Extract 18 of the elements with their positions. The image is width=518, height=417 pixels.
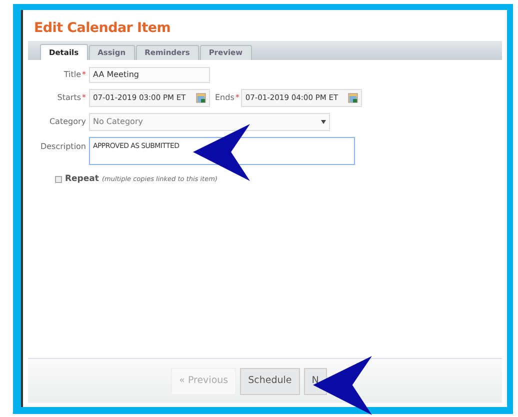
field-label: Starts — [57, 92, 81, 104]
repeat-label: Repeat — [65, 173, 99, 186]
category-dropdown[interactable]: No Category — [89, 113, 330, 131]
dropdown-caret-icon — [321, 120, 326, 124]
required-mark: * — [82, 92, 86, 104]
title-field[interactable]: AA Meeting — [89, 67, 210, 83]
field-label: Category — [49, 116, 86, 128]
required-mark: * — [82, 69, 86, 81]
field-label: Ends — [215, 92, 234, 104]
calendar-icon[interactable] — [196, 93, 206, 103]
repeat-checkbox[interactable] — [55, 176, 62, 183]
field-label: Description — [40, 141, 86, 153]
pointer-arrow — [313, 355, 373, 417]
field-label: Title — [64, 69, 81, 81]
calendar-icon[interactable] — [348, 93, 358, 103]
dialog-title: Edit Calendar Item — [34, 22, 171, 35]
footer-button[interactable]: Schedule — [240, 368, 300, 394]
required-mark: * — [235, 92, 240, 104]
